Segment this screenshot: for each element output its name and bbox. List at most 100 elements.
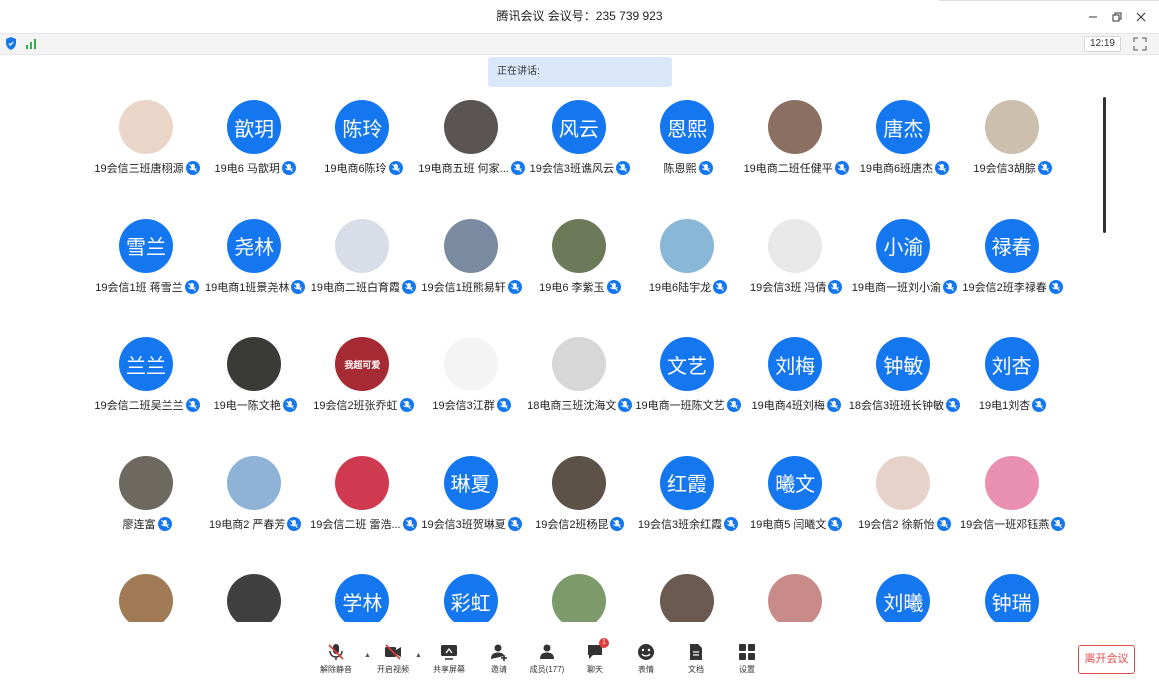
- participant-tile[interactable]: 彩虹: [417, 574, 527, 622]
- participant-name: 18会信3班班长钟敏: [848, 400, 945, 412]
- participant-name: 19电6陆宇龙: [648, 281, 712, 294]
- settings-button[interactable]: 设置: [727, 642, 767, 678]
- avatar-initials: 陈玲: [342, 118, 383, 141]
- participant-tile[interactable]: 红霞 19会信3班余红霞: [633, 455, 743, 546]
- participant-tile[interactable]: 钟瑞: [958, 574, 1068, 622]
- participant-name-row: 18会信3班班长钟敏: [843, 397, 965, 413]
- participant-tile[interactable]: 小渝 19电商一班刘小渝: [849, 218, 959, 309]
- participant-tile[interactable]: 19电6 李紫玉: [525, 218, 635, 309]
- invite-button[interactable]: 邀请: [479, 642, 519, 678]
- restore-button[interactable]: [1107, 7, 1127, 27]
- avatar-initials: 曦文: [775, 474, 816, 496]
- grid-scrollbar[interactable]: [1103, 97, 1106, 233]
- participant-tile[interactable]: 19会信2班杨昆: [525, 455, 635, 546]
- docs-button[interactable]: 文档: [676, 642, 716, 678]
- mic-muted-icon: [936, 516, 951, 531]
- participant-name: 19电商一班陈文艺: [635, 400, 725, 412]
- chat-button[interactable]: 1 聊天: [575, 638, 615, 678]
- avatar: 钟瑞: [984, 574, 1039, 622]
- start-video-button[interactable]: 开启视频: [373, 642, 413, 678]
- participant-tile[interactable]: 风云 19会信3班谯风云: [525, 100, 635, 190]
- participant-tile[interactable]: [525, 574, 635, 622]
- participant-name: 19电1刘杏: [978, 400, 1031, 412]
- avatar: 刘杏: [984, 337, 1039, 391]
- mic-muted-icon: [496, 398, 511, 412]
- smiley-icon: [638, 644, 654, 660]
- docs-label: 文档: [688, 665, 704, 674]
- participant-tile[interactable]: 19会信1班熊易轩: [417, 218, 527, 309]
- participant-name-row: 19电商一班陈文艺: [627, 397, 749, 413]
- participant-tile[interactable]: 19电商五班 何家...: [417, 100, 527, 190]
- participant-name: 19电商2 严春芳: [208, 518, 286, 531]
- participant-tile[interactable]: 唐杰 19电商6班唐杰: [849, 100, 959, 190]
- participant-tile[interactable]: 钟敏 18会信3班班长钟敏: [849, 337, 961, 427]
- participant-tile[interactable]: 19电6陆宇龙: [633, 218, 743, 309]
- participant-name: 19电商1班景尧林: [205, 281, 290, 294]
- shield-icon[interactable]: [5, 37, 17, 50]
- participant-tile[interactable]: 19电商2 严春芳: [200, 455, 310, 546]
- leave-meeting-button[interactable]: 离开会议: [1078, 645, 1135, 674]
- participant-tile[interactable]: 刘曦: [849, 574, 959, 622]
- participant-name-row: 19电1刘杏: [952, 397, 1074, 413]
- participant-tile[interactable]: 廖连富: [92, 455, 202, 546]
- avatar: 小渝: [876, 218, 931, 273]
- avatar: [551, 574, 606, 622]
- participant-tile[interactable]: [92, 574, 202, 622]
- participant-name-row: 19会信3江群: [411, 397, 533, 413]
- participant-tile[interactable]: 雪兰 19会信1班 蒋雪兰: [92, 218, 202, 309]
- participant-tile[interactable]: 19会信2 徐新怡: [849, 455, 959, 546]
- participant-tile[interactable]: 19会信3班 冯倩: [741, 218, 851, 309]
- participant-tile[interactable]: 19会信3江群: [417, 337, 527, 427]
- participant-tile[interactable]: [741, 574, 851, 622]
- reactions-button[interactable]: 表情: [626, 642, 666, 678]
- avatar: [443, 337, 498, 391]
- chat-label: 聊天: [587, 665, 603, 674]
- participant-tile[interactable]: 19电商二班白育霞: [308, 218, 418, 309]
- participant-tile[interactable]: 陈玲 19电商6陈玲: [308, 100, 418, 190]
- participant-tile[interactable]: 歆玥 19电6 马歆玥: [200, 100, 310, 190]
- participant-name-row: 19会信2班杨昆: [519, 516, 641, 532]
- participant-tile[interactable]: [200, 574, 310, 622]
- fullscreen-icon[interactable]: [1133, 37, 1147, 51]
- avatar-initials: 风云: [558, 118, 599, 141]
- participant-tile[interactable]: 恩熙 陈恩熙: [633, 100, 743, 190]
- status-bar: 12:19: [0, 33, 1159, 55]
- minimize-button[interactable]: [1083, 7, 1103, 27]
- participant-tile[interactable]: [633, 574, 743, 622]
- audio-options-caret[interactable]: ▲: [364, 652, 372, 660]
- participant-tile[interactable]: 兰兰 19会信二班吴兰兰: [92, 337, 202, 427]
- participant-tile[interactable]: 学林: [308, 574, 418, 622]
- avatar: 雪兰: [119, 218, 173, 273]
- participant-name-row: 19会信1班 蒋雪兰: [92, 279, 208, 295]
- participant-tile[interactable]: 琳夏 19会信3班贺琳夏: [417, 455, 527, 546]
- participant-tile[interactable]: 刘杏 19电1刘杏: [958, 337, 1068, 427]
- unmute-button[interactable]: 解除静音: [316, 642, 356, 678]
- participant-tile[interactable]: 19会信3胡腙: [958, 100, 1068, 190]
- participant-tile[interactable]: 19会信二班 雷浩...: [308, 455, 418, 546]
- avatar: [335, 455, 390, 510]
- participant-tile[interactable]: 19电商二班任健平: [741, 100, 851, 190]
- participant-tile[interactable]: 19会信一班邓钰燕: [958, 455, 1068, 546]
- members-button[interactable]: 成员(177): [527, 642, 567, 678]
- participant-tile[interactable]: 禄春 19会信2班李禄春: [958, 218, 1068, 309]
- avatar-initials: 文艺: [667, 355, 707, 378]
- participant-tile[interactable]: 19会信三班唐栩源: [92, 100, 202, 190]
- participant-tile[interactable]: 尧林 19电商1班景尧林: [200, 218, 310, 309]
- mic-muted-icon: [606, 279, 621, 294]
- participant-tile[interactable]: 文艺 19电商一班陈文艺: [633, 337, 743, 427]
- participant-name: 19会信3胡腙: [973, 163, 1036, 175]
- participant-tile[interactable]: 曦文 19电商5 闫曦文: [741, 455, 851, 546]
- participant-name-row: 19会信二班吴兰兰: [92, 397, 208, 413]
- signal-icon[interactable]: [25, 38, 37, 50]
- participant-tile[interactable]: 19电一陈文艳: [200, 337, 310, 427]
- mic-muted-icon: [287, 516, 302, 531]
- participant-name: 19会信2 徐新怡: [858, 518, 935, 531]
- participant-tile[interactable]: 我超可爱 19会信2班张乔虹: [308, 337, 418, 427]
- participant-tile[interactable]: 刘梅 19电商4班刘梅: [741, 337, 851, 427]
- participant-name: 陈恩熙: [663, 163, 697, 175]
- participant-tile[interactable]: 18电商三班沈海文: [525, 337, 635, 427]
- close-button[interactable]: [1131, 7, 1151, 27]
- share-screen-button[interactable]: 共享屏幕: [429, 642, 469, 678]
- avatar-initials: 琳夏: [450, 474, 491, 496]
- video-options-caret[interactable]: ▲: [415, 652, 423, 660]
